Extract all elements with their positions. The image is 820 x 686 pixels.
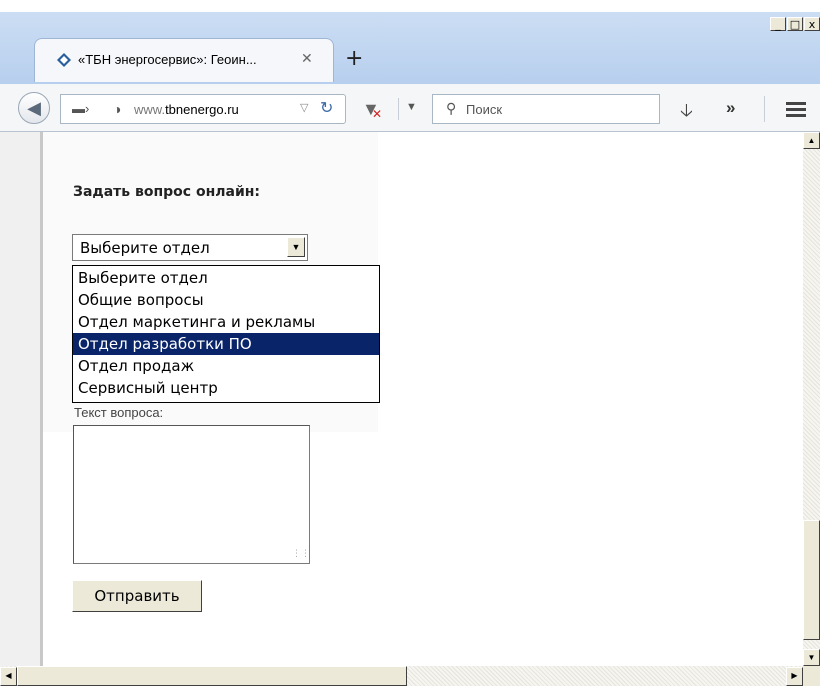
url-text[interactable]: www.tbnenergo.ru bbox=[134, 102, 239, 117]
back-arrow-icon[interactable]: ◀ bbox=[18, 92, 50, 124]
new-tab-button[interactable]: + bbox=[345, 46, 363, 71]
question-textarea[interactable] bbox=[73, 425, 310, 564]
page-left-margin bbox=[0, 132, 40, 666]
url-host: tbnenergo.ru bbox=[165, 102, 239, 117]
hamburger-menu-icon[interactable] bbox=[786, 102, 806, 117]
dropdown-option-highlighted[interactable]: Отдел разработки ПО bbox=[73, 333, 379, 355]
search-input[interactable]: Поиск bbox=[466, 102, 502, 117]
overflow-icon[interactable]: » bbox=[726, 98, 735, 118]
tab-close-icon[interactable]: ✕ bbox=[301, 50, 313, 67]
url-prefix: www. bbox=[134, 102, 166, 117]
url-history-dropdown-icon[interactable]: ▽ bbox=[300, 101, 308, 114]
reload-icon[interactable]: ↻ bbox=[320, 98, 333, 118]
identity-icon[interactable]: ▬› bbox=[72, 101, 96, 117]
dropdown-option[interactable]: Отдел маркетинга и рекламы bbox=[73, 311, 379, 333]
toolbar-separator bbox=[764, 96, 765, 122]
dropdown-option[interactable]: Отдел продаж bbox=[73, 355, 379, 377]
dropdown-option[interactable]: Выберите отдел bbox=[73, 267, 379, 289]
scroll-left-icon[interactable]: ◀ bbox=[0, 667, 17, 686]
addon-blocked-icon: ✕ bbox=[372, 107, 383, 121]
scroll-right-icon[interactable]: ▶ bbox=[786, 667, 803, 686]
question-label: Текст вопроса: bbox=[74, 405, 164, 420]
dropdown-option[interactable]: Общие вопросы bbox=[73, 289, 379, 311]
maximize-button[interactable]: □ bbox=[787, 17, 803, 31]
scrollbar-corner bbox=[803, 666, 820, 686]
download-icon[interactable]: 🡣 bbox=[680, 98, 693, 128]
search-icon: ⚲ bbox=[446, 100, 457, 116]
addon-menu-dropdown-icon[interactable]: ▼ bbox=[406, 101, 417, 113]
scroll-up-icon[interactable]: ▲ bbox=[803, 132, 820, 149]
tab-title: «ТБН энергосервис»: Геоин... bbox=[78, 52, 257, 67]
globe-icon: ◑ bbox=[113, 101, 122, 117]
site-favicon-icon bbox=[57, 53, 71, 67]
dropdown-option[interactable]: Сервисный центр bbox=[73, 377, 379, 399]
vertical-scroll-thumb[interactable] bbox=[803, 520, 820, 640]
department-select-value: Выберите отдел bbox=[80, 239, 210, 257]
toolbar-separator bbox=[398, 98, 399, 120]
scroll-down-icon[interactable]: ▼ bbox=[803, 649, 820, 666]
minimize-button[interactable]: _ bbox=[770, 17, 786, 31]
form-title: Задать вопрос онлайн: bbox=[73, 184, 261, 200]
close-window-button[interactable]: x bbox=[804, 17, 820, 31]
dropdown-arrow-icon[interactable]: ▼ bbox=[287, 237, 305, 257]
resize-grip-icon[interactable]: ⋮⋮ bbox=[292, 548, 310, 559]
horizontal-scroll-thumb[interactable] bbox=[17, 666, 407, 686]
submit-button[interactable]: Отправить bbox=[72, 580, 202, 612]
window-top-strip bbox=[0, 0, 820, 12]
